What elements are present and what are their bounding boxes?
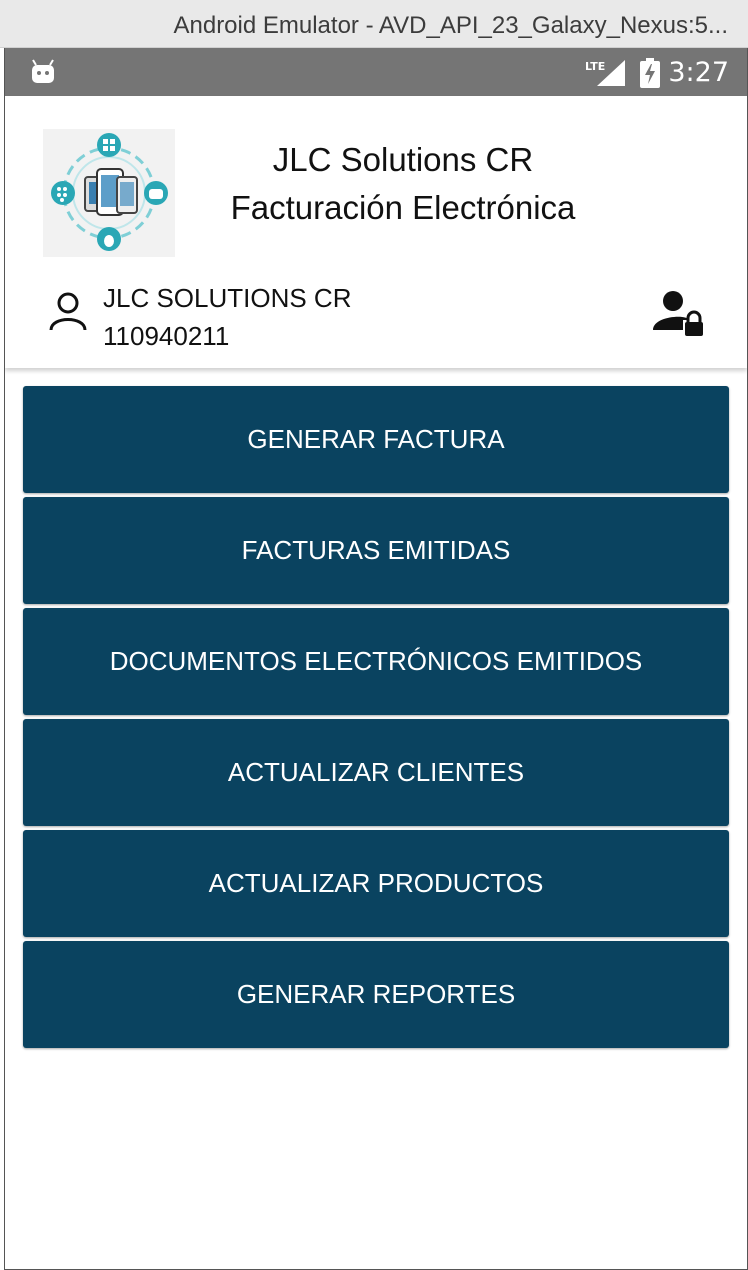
emulator-titlebar: Android Emulator - AVD_API_23_Galaxy_Nex… [0,0,748,48]
app-title-line1: JLC Solutions CR [272,141,534,178]
user-name: JLC SOLUTIONS CR [103,283,352,313]
app-title: JLC Solutions CR Facturación Electrónica [205,136,601,232]
lte-label: LTE [585,60,605,73]
actualizar-productos-button[interactable]: ACTUALIZAR PRODUCTOS [23,830,729,937]
app-title-line2: Facturación Electrónica [230,189,576,226]
generar-reportes-button[interactable]: GENERAR REPORTES [23,941,729,1048]
device-screen: LTE 3:27 JLC Solutions CR Facturación El… [4,48,748,1270]
devices-logo-icon [43,129,175,257]
android-icon [29,58,57,91]
user-icon [47,290,89,337]
battery-charging-icon [639,58,661,93]
user-info: JLC SOLUTIONS CR 110940211 [103,279,352,355]
main-menu: GENERAR FACTURA FACTURAS EMITIDAS DOCUME… [23,386,729,1052]
facturas-emitidas-button[interactable]: FACTURAS EMITIDAS [23,497,729,604]
user-lock-icon[interactable] [653,290,705,343]
status-bar: LTE 3:27 [5,48,747,96]
app-header: JLC Solutions CR Facturación Electrónica… [5,96,747,368]
user-id: 110940211 [103,321,230,351]
generar-factura-button[interactable]: GENERAR FACTURA [23,386,729,493]
status-time: 3:27 [668,57,729,88]
documentos-electronicos-emitidos-button[interactable]: DOCUMENTOS ELECTRÓNICOS EMITIDOS [23,608,729,715]
actualizar-clientes-button[interactable]: ACTUALIZAR CLIENTES [23,719,729,826]
window-title: Android Emulator - AVD_API_23_Galaxy_Nex… [173,12,728,39]
lte-signal-icon: LTE [585,58,627,93]
